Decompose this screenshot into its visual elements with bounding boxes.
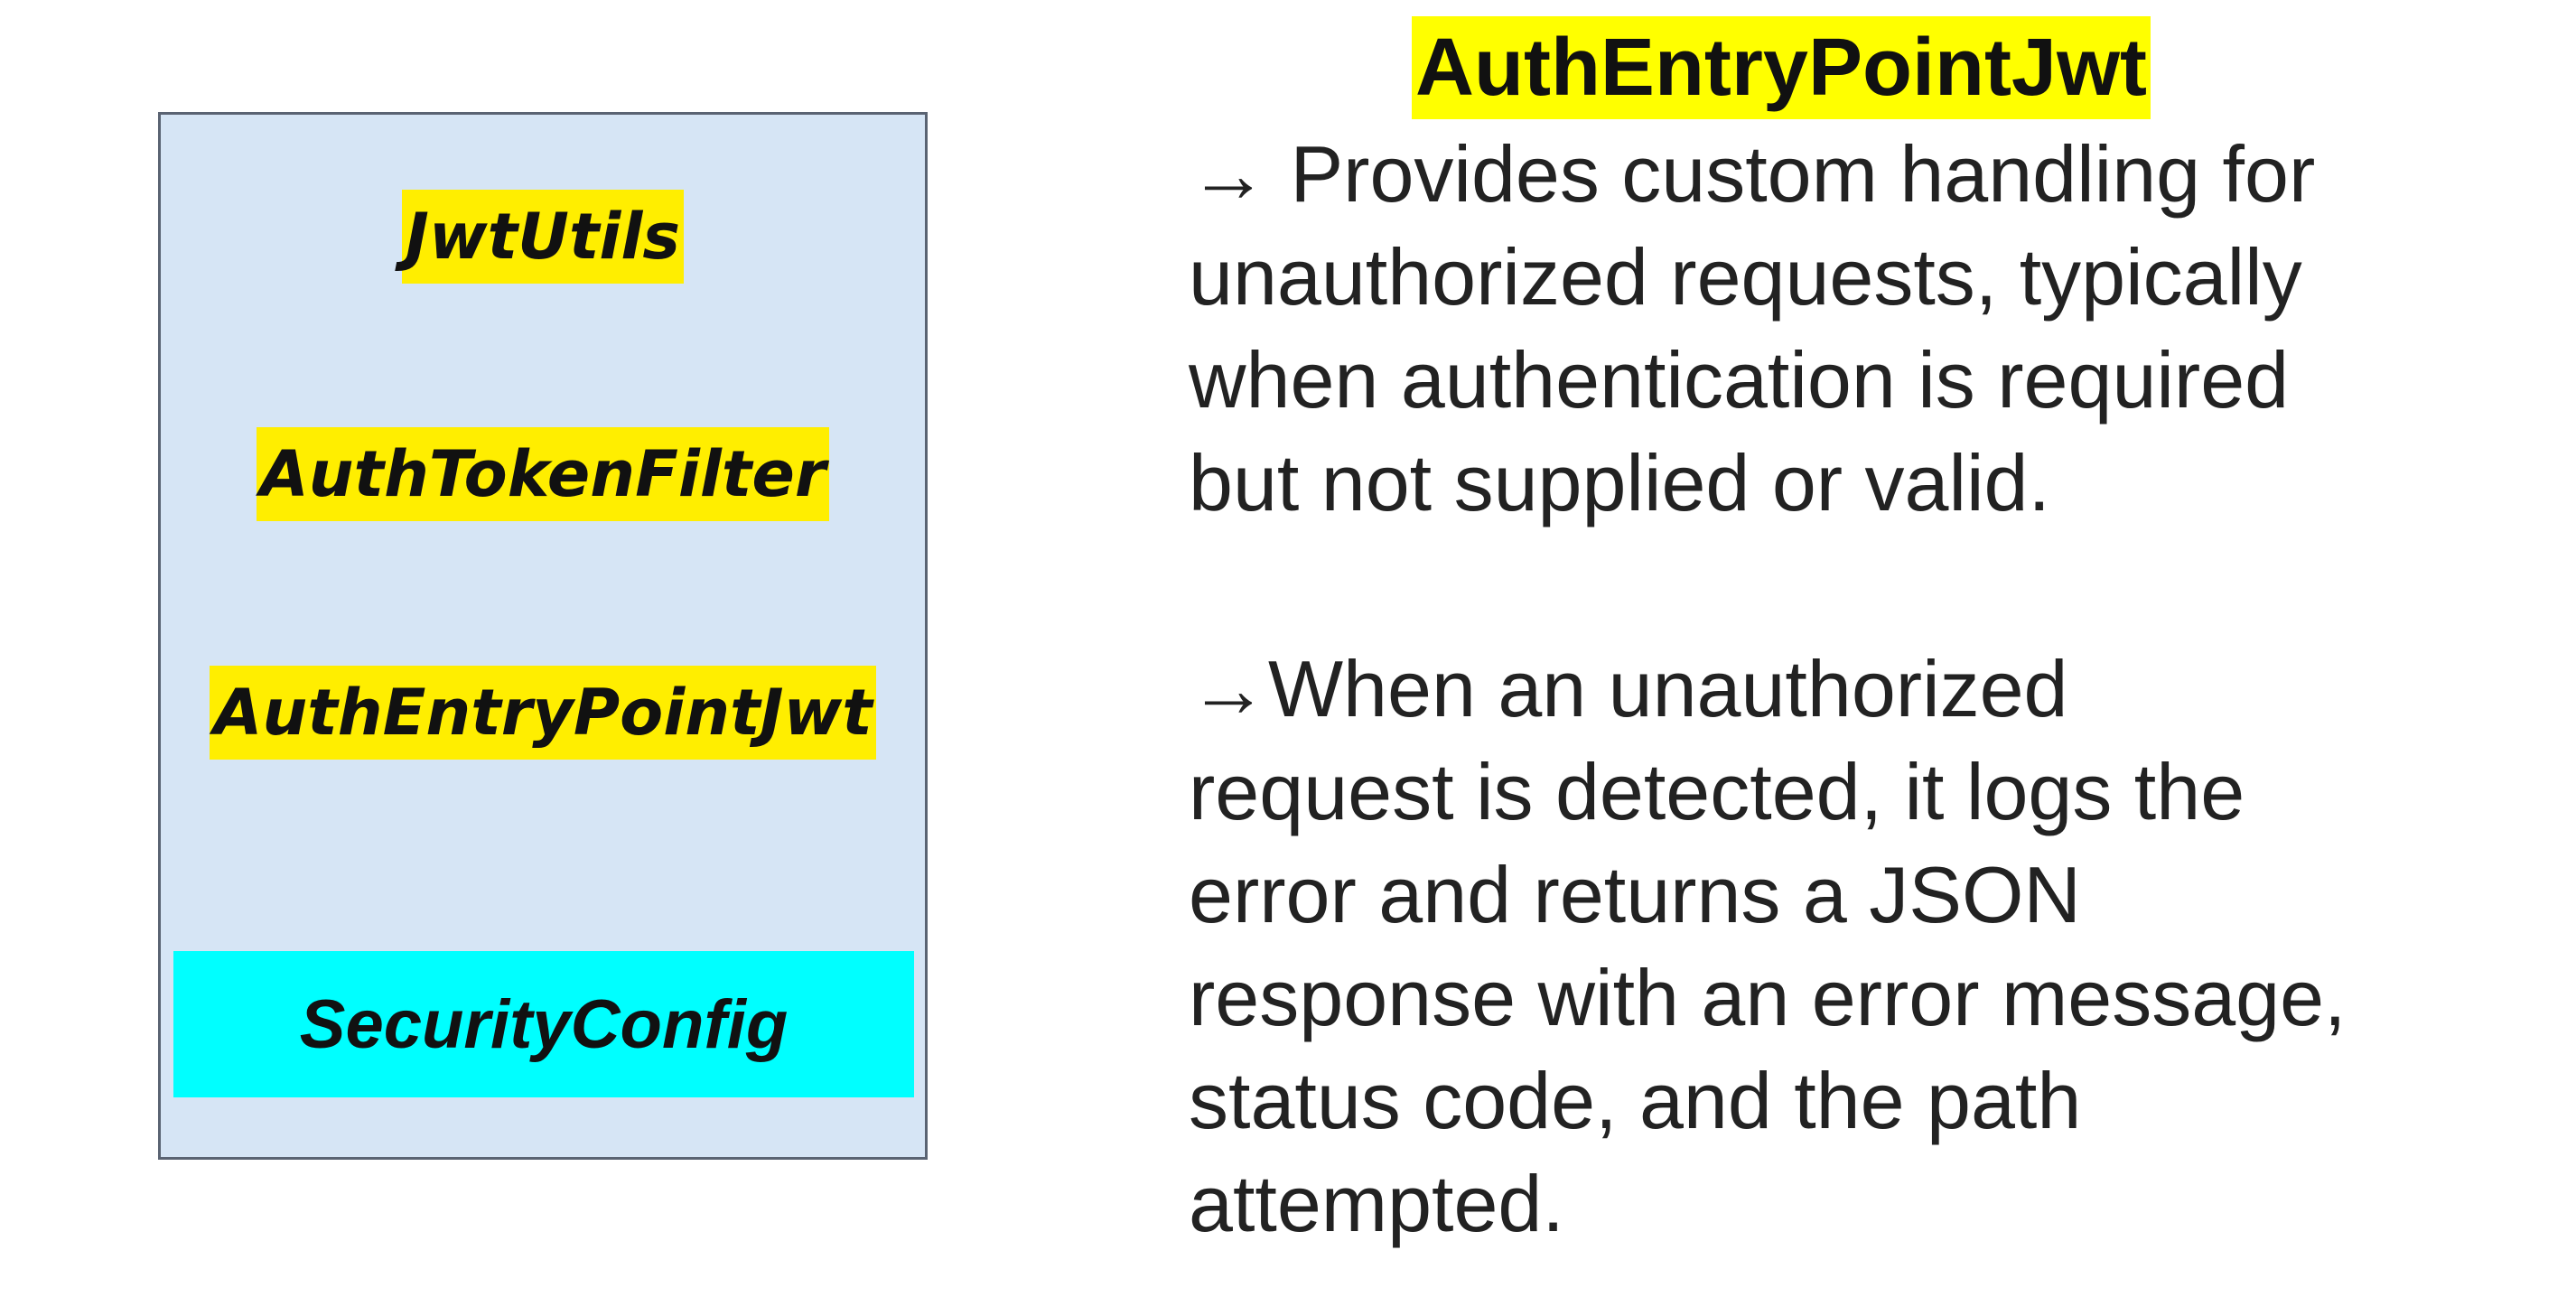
heading-highlight: AuthEntryPointJwt	[1412, 16, 2151, 119]
component-label: JwtUtils	[401, 190, 685, 284]
component-jwtutils: JwtUtils	[161, 190, 925, 284]
desc-line: status code, and the path	[1189, 1056, 2082, 1145]
component-label: AuthTokenFilter	[256, 427, 830, 521]
component-label: AuthEntryPointJwt	[210, 666, 876, 760]
desc-line: attempted.	[1189, 1159, 1564, 1248]
desc-line: when authentication is required	[1189, 335, 2290, 425]
components-panel: JwtUtils AuthTokenFilter AuthEntryPointJ…	[158, 112, 928, 1160]
desc-line: but not supplied or valid.	[1189, 438, 2050, 527]
desc-line: request is detected, it logs the	[1189, 747, 2245, 836]
desc-line: → Provides custom handling for	[1189, 129, 2316, 219]
security-config-label: SecurityConfig	[299, 985, 789, 1063]
component-authentrypointjwt: AuthEntryPointJwt	[161, 666, 925, 760]
description-block-1: → Provides custom handling for unauthoriz…	[1189, 123, 2471, 535]
heading-title: AuthEntryPointJwt	[1415, 22, 2147, 113]
description-block-2: →When an unauthorized request is detected…	[1189, 638, 2471, 1255]
desc-line: →When an unauthorized	[1189, 644, 2068, 733]
desc-line: response with an error message,	[1189, 953, 2347, 1042]
security-config-box: SecurityConfig	[173, 951, 914, 1097]
desc-line: error and returns a JSON	[1189, 850, 2081, 939]
component-authtokenfilter: AuthTokenFilter	[161, 427, 925, 521]
desc-line: unauthorized requests, typically	[1189, 232, 2302, 322]
